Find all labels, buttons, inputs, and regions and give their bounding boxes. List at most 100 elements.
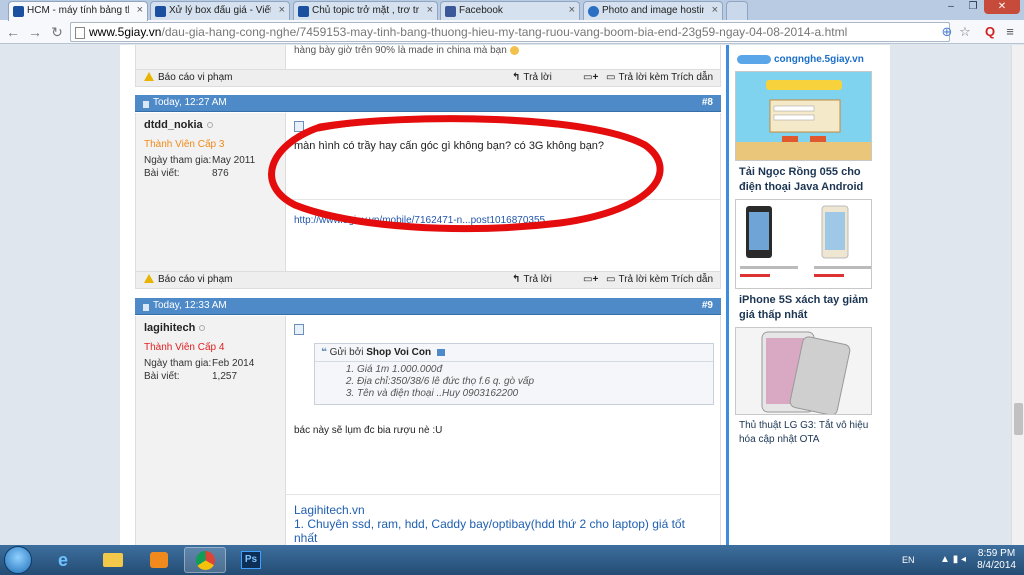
sidebar-item-lg-g3-thumbnail[interactable]: [735, 327, 872, 415]
reply-arrow-icon: ↰: [512, 274, 521, 285]
bookmark-star-icon[interactable]: ☆: [957, 24, 973, 40]
post-footer-7: Báo cáo vi phạm ↰ Trả lời ▭+ ▭ Trả lời kèm…: [135, 69, 721, 87]
smiley-icon: [509, 45, 519, 55]
close-tab-icon[interactable]: ×: [137, 4, 143, 16]
multiquote-icon: ▭+: [583, 72, 599, 83]
taskbar-explorer[interactable]: [92, 547, 134, 573]
close-tab-icon[interactable]: ×: [712, 4, 718, 16]
volume-icon[interactable]: ◂: [961, 554, 966, 565]
scrollbar-thumb[interactable]: [1014, 403, 1023, 435]
join-date-row: Ngày tham gia: Feb 2014: [144, 358, 255, 369]
tab-chu-topic[interactable]: Chủ topic trở mặt , trơ trẽ ×: [293, 1, 438, 20]
quote-header: ❝ Gửi bởi Shop Voi Con: [315, 344, 713, 362]
taskbar-photoshop[interactable]: Ps: [230, 547, 272, 573]
post-userinfo: lagihitech Thành Viên Cấp 4 Ngày tham gi…: [136, 316, 286, 545]
reply-button[interactable]: ↰ Trả lời: [512, 70, 552, 86]
signature-line: 1. Chuyên ssd, ram, hdd, Caddy bay/optib…: [294, 517, 685, 545]
page-icon: [75, 27, 85, 39]
new-tab-button[interactable]: [726, 1, 748, 20]
extension-icon[interactable]: Q: [982, 24, 998, 40]
post-content: ❝ Gửi bởi Shop Voi Con Giá 1m 1.000.000đ…: [286, 316, 720, 545]
red-circle-annotation: [268, 115, 664, 233]
reply-with-quote-button[interactable]: ▭ Trả lời kèm Trích dẫn: [606, 70, 713, 86]
minimize-icon[interactable]: –: [940, 0, 962, 14]
folder-icon: [103, 553, 123, 567]
game-screenshot-icon: [736, 72, 871, 160]
taskbar-chrome[interactable]: [184, 547, 226, 573]
offline-status-icon: [206, 122, 213, 129]
menu-icon[interactable]: ≡: [1002, 24, 1018, 40]
tab-xu-ly-box[interactable]: Xử lý box đấu giá - Viết ch ×: [150, 1, 290, 20]
quote-box: ❝ Gửi bởi Shop Voi Con Giá 1m 1.000.000đ…: [314, 343, 714, 405]
show-hidden-icons-icon[interactable]: ▲: [940, 554, 950, 565]
forward-arrow-icon[interactable]: →: [26, 23, 44, 41]
post-number-link[interactable]: #8: [702, 95, 713, 111]
photobucket-favicon-icon: [588, 6, 599, 17]
report-button[interactable]: Báo cáo vi phạm: [144, 272, 233, 288]
reply-button[interactable]: ↰ Trả lời: [512, 272, 552, 288]
multiquote-button[interactable]: ▭+: [583, 272, 601, 288]
reload-icon[interactable]: ↻: [48, 23, 66, 41]
5giay-favicon-icon: [298, 6, 309, 17]
reply-with-quote-button[interactable]: ▭ Trả lời kèm Trích dẫn: [606, 272, 713, 288]
post-body-9: lagihitech Thành Viên Cấp 4 Ngày tham gi…: [135, 316, 721, 545]
taskbar-media[interactable]: [138, 547, 180, 573]
view-post-icon[interactable]: [436, 348, 445, 356]
close-tab-icon[interactable]: ×: [279, 4, 285, 16]
close-window-icon[interactable]: ✕: [984, 0, 1020, 14]
signature-title-link[interactable]: Lagihitech.vn: [294, 503, 710, 517]
post-header-8: Today, 12:27 AM #8: [135, 95, 721, 112]
prev-post-tail: hàng bày giờ trên 90% là made in china m…: [135, 45, 721, 69]
browser-tab-strip: HCM - máy tính bảng thư × Xử lý box đấu …: [0, 0, 1024, 21]
right-sidebar: congnghe.5giay.vn Tải Ngọc Rồng 055 cho …: [726, 45, 876, 545]
sidebar-item-title[interactable]: Thủ thuật LG G3: Tắt vô hiệu hóa cập nhậ…: [729, 415, 876, 451]
quote-bubble-icon: ▭: [606, 72, 616, 83]
browser-toolbar: ← → ↻ www.5giay.vn/dau-gia-hang-cong-ngh…: [0, 20, 1024, 44]
prev-post-fragment: hàng bày giờ trên 90% là made in china m…: [294, 45, 507, 56]
tab-photo-hosting[interactable]: Photo and image hosting ×: [583, 1, 723, 20]
address-bar[interactable]: www.5giay.vn/dau-gia-hang-cong-nghe/7459…: [70, 22, 950, 42]
clock[interactable]: 8:59 PM 8/4/2014: [977, 548, 1016, 572]
warning-icon: [144, 71, 154, 81]
multiquote-button[interactable]: ▭+: [583, 70, 601, 86]
post-icon: [294, 324, 304, 335]
tab-facebook[interactable]: Facebook ×: [440, 1, 580, 20]
sidebar-item-ngoc-rong-thumbnail[interactable]: [735, 71, 872, 161]
back-arrow-icon[interactable]: ←: [4, 23, 22, 41]
chrome-icon: [196, 551, 215, 570]
network-icon[interactable]: ▮: [953, 554, 959, 565]
post-date: Today, 12:33 AM: [143, 300, 227, 311]
close-tab-icon[interactable]: ×: [427, 4, 433, 16]
media-player-icon: [150, 552, 168, 568]
5giay-favicon-icon: [13, 6, 24, 17]
sidebar-item-iphone-thumbnail[interactable]: [735, 199, 872, 289]
translate-icon[interactable]: ⊕: [939, 24, 955, 40]
window-controls: – ❐ ✕: [940, 0, 1020, 14]
lg-phone-photo-icon: [761, 331, 851, 414]
start-button[interactable]: [4, 546, 32, 574]
taskbar-ie[interactable]: e: [46, 547, 88, 573]
post-number-link[interactable]: #9: [702, 298, 713, 314]
quote-list: Giá 1m 1.000.000đ Địa chỉ:350/38/6 lê đứ…: [315, 362, 713, 404]
quote-line: Địa chỉ:350/38/6 lê đức thọ f.6 q. gò vấ…: [357, 376, 713, 388]
url-path: /dau-gia-hang-cong-nghe/7459153-may-tinh…: [161, 25, 848, 39]
5giay-favicon-icon: [155, 6, 166, 17]
sidebar-item-title[interactable]: Tải Ngọc Rồng 055 cho điện thoại Java An…: [729, 161, 876, 199]
windows-taskbar: e Ps EN ▲ ▮ ◂ 8:59 PM 8/4/2014: [0, 545, 1024, 575]
tab-hcm-may-tinh-bang[interactable]: HCM - máy tính bảng thư ×: [8, 1, 148, 21]
post-footer-8: Báo cáo vi phạm ↰ Trả lời ▭+ ▭ Trả lời kèm…: [135, 271, 721, 289]
restore-icon[interactable]: ❐: [962, 0, 984, 14]
tab-label: HCM - máy tính bảng thư: [27, 5, 129, 16]
tab-label: Facebook: [459, 5, 503, 16]
close-tab-icon[interactable]: ×: [569, 4, 575, 16]
quote-bubble-icon: ▭: [606, 274, 616, 285]
sidebar-brand[interactable]: congnghe.5giay.vn: [729, 45, 876, 71]
language-indicator[interactable]: EN: [902, 555, 915, 565]
page-scrollbar[interactable]: [1011, 45, 1024, 545]
report-button[interactable]: Báo cáo vi phạm: [144, 70, 233, 86]
photoshop-icon: Ps: [241, 551, 261, 569]
quote-line: Giá 1m 1.000.000đ: [357, 364, 713, 376]
username-link[interactable]: lagihitech: [144, 322, 285, 335]
sidebar-item-title[interactable]: iPhone 5S xách tay giảm giá thấp nhất: [729, 289, 876, 327]
post-date: Today, 12:27 AM: [143, 97, 227, 108]
